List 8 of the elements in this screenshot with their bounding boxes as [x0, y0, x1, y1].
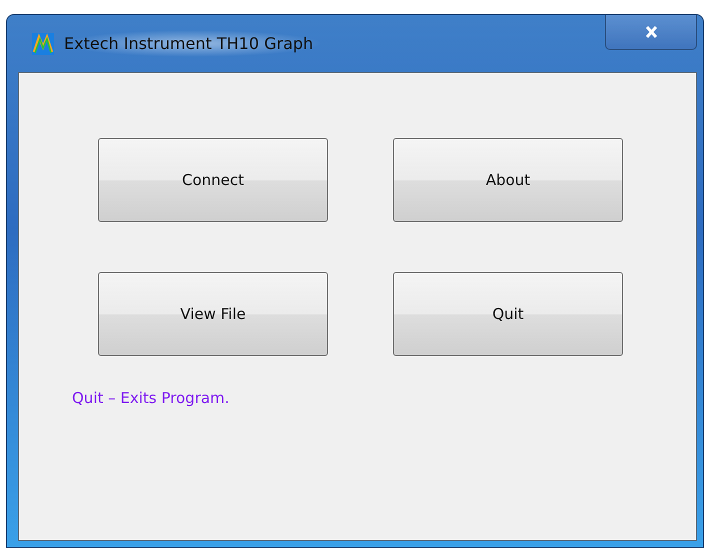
status-text: Quit – Exits Program.: [72, 389, 230, 407]
command-button[interactable]: About: [393, 138, 623, 222]
command-button[interactable]: Quit: [393, 272, 623, 356]
close-button[interactable]: [605, 15, 697, 50]
close-icon: [644, 26, 658, 38]
app-icon: [32, 32, 54, 54]
command-button[interactable]: View File: [98, 272, 328, 356]
command-button[interactable]: Connect: [98, 138, 328, 222]
